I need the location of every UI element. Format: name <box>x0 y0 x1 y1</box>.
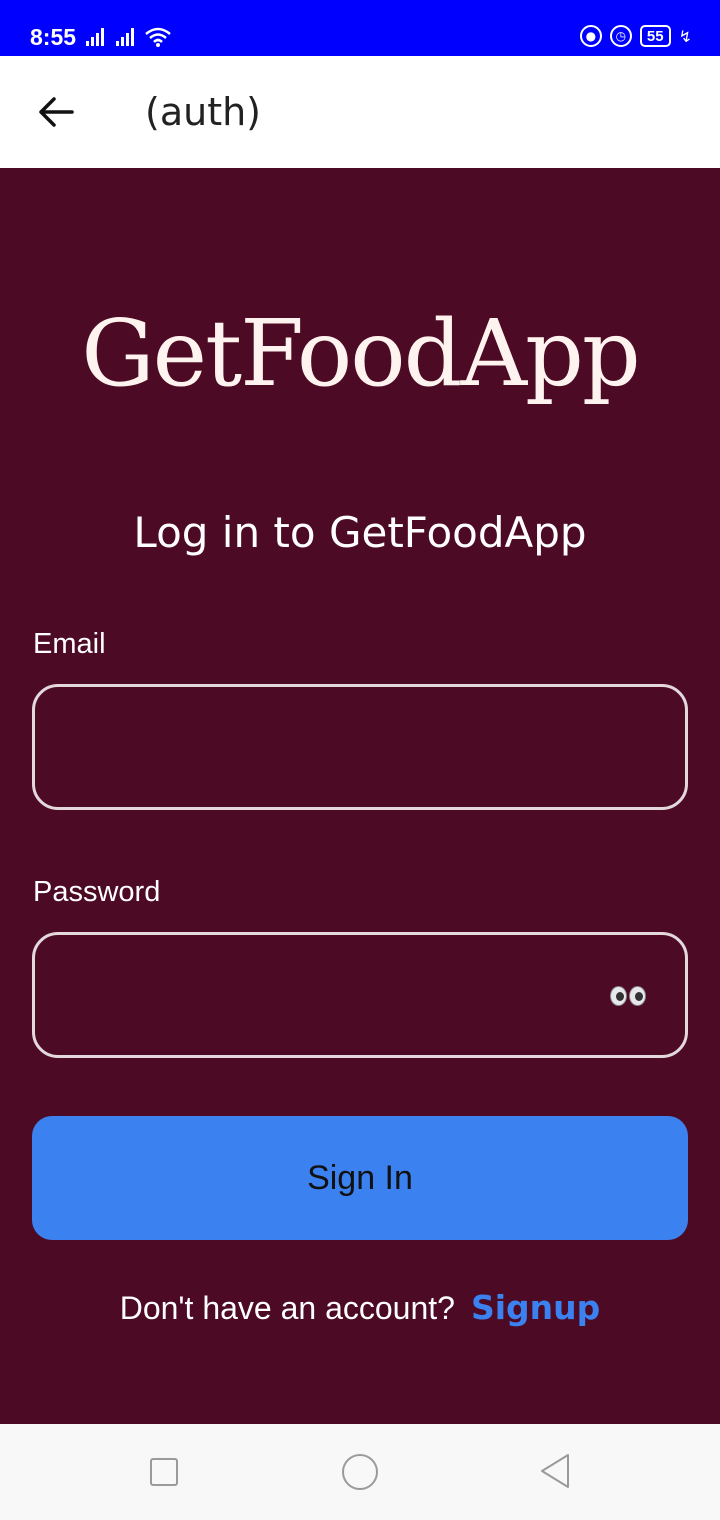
signal-icon <box>116 28 134 46</box>
app-logo: GetFoodApp <box>81 300 641 407</box>
signal-icon <box>86 28 104 46</box>
status-bar: 8:55 ● ◷ 55 ↯ <box>0 0 720 56</box>
sign-in-label: Sign In <box>307 1158 413 1197</box>
app-header: (auth) <box>0 56 720 168</box>
eyes-icon <box>610 986 627 1006</box>
battery-icon: 55 <box>639 25 671 47</box>
battery-level: 55 <box>646 27 664 45</box>
signup-row: Don't have an account? Signup <box>0 1288 720 1327</box>
recents-icon[interactable] <box>150 1458 178 1486</box>
back-icon[interactable] <box>538 1452 572 1490</box>
page-title: (auth) <box>145 90 262 134</box>
wifi-icon <box>145 27 171 47</box>
show-password-toggle[interactable] <box>608 981 648 1011</box>
password-label: Password <box>33 876 161 908</box>
signup-prompt: Don't have an account? <box>119 1290 455 1326</box>
charging-icon: ↯ <box>678 26 692 46</box>
navigation-bar <box>0 1424 720 1520</box>
lock-icon: ● <box>579 25 602 47</box>
email-label: Email <box>33 628 106 660</box>
back-button[interactable] <box>34 90 78 134</box>
sign-in-button[interactable]: Sign In <box>32 1116 688 1240</box>
email-field[interactable] <box>32 684 688 810</box>
status-time: 8:55 <box>30 24 77 50</box>
eyes-icon <box>629 986 646 1006</box>
home-icon[interactable] <box>342 1454 378 1490</box>
signup-link[interactable]: Signup <box>471 1288 600 1327</box>
password-field[interactable] <box>32 932 688 1058</box>
alarm-icon: ◷ <box>609 25 632 47</box>
arrow-left-icon <box>39 97 74 127</box>
login-title: Log in to GetFoodApp <box>133 508 587 557</box>
